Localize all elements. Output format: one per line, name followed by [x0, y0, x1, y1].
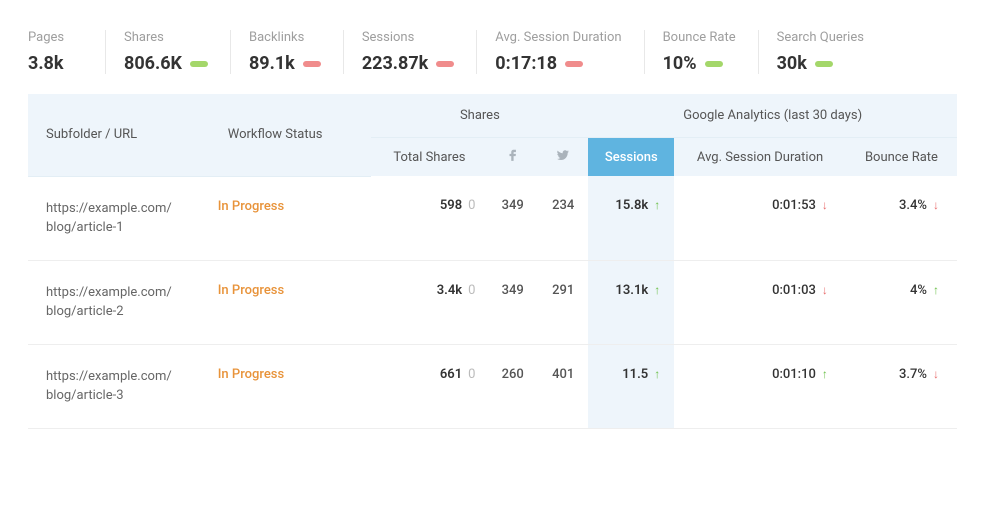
col-group-shares: Shares	[371, 94, 588, 138]
stat-value: 30k	[777, 53, 807, 74]
col-group-google-analytics: Google Analytics (last 30 days)	[588, 94, 957, 138]
col-header-facebook[interactable]	[487, 138, 537, 177]
stat-label: Sessions	[362, 30, 454, 45]
bounce-cell: 4%↑	[846, 260, 957, 344]
stat-shares: Shares 806.6K	[124, 30, 231, 74]
table-row[interactable]: https://example.com/blog/article-3In Pro…	[28, 344, 957, 428]
arrow-down-icon: ↓	[933, 367, 939, 381]
trend-pill-icon	[303, 61, 321, 67]
arrow-up-icon: ↑	[654, 367, 660, 381]
facebook-shares-cell: 349	[487, 176, 537, 260]
duration-cell: 0:01:53↓	[674, 176, 846, 260]
delta-value: 0	[468, 283, 475, 298]
delta-value: 0	[468, 367, 475, 382]
stat-label: Avg. Session Duration	[495, 30, 621, 45]
url-line: blog/article-3	[46, 388, 124, 403]
total-shares-cell: 6610	[371, 344, 487, 428]
stat-label: Shares	[124, 30, 208, 45]
arrow-up-icon: ↑	[654, 198, 660, 212]
sessions-cell: 15.8k↑	[588, 176, 674, 260]
duration-cell: 0:01:03↓	[674, 260, 846, 344]
arrow-down-icon: ↓	[822, 198, 828, 212]
arrow-up-icon: ↑	[822, 367, 828, 381]
url-table-container: Subfolder / URL Workflow Status Shares G…	[0, 94, 985, 429]
arrow-up-icon: ↑	[654, 283, 660, 297]
stat-value: 3.8k	[28, 53, 64, 74]
url-line: blog/article-2	[46, 304, 124, 319]
arrow-down-icon: ↓	[933, 198, 939, 212]
table-row[interactable]: https://example.com/blog/article-2In Pro…	[28, 260, 957, 344]
url-analytics-table: Subfolder / URL Workflow Status Shares G…	[28, 94, 957, 429]
stat-pages: Pages 3.8k	[28, 30, 106, 74]
stat-value: 89.1k	[249, 53, 295, 74]
url-line: https://example.com/	[46, 369, 172, 384]
trend-pill-icon	[815, 61, 833, 67]
url-cell[interactable]: https://example.com/blog/article-1	[28, 176, 210, 260]
url-line: https://example.com/	[46, 285, 172, 300]
stats-bar: Pages 3.8k Shares 806.6K Backlinks 89.1k…	[0, 0, 985, 94]
stat-value: 223.87k	[362, 53, 428, 74]
arrow-up-icon: ↑	[933, 283, 939, 297]
col-header-sessions[interactable]: Sessions	[588, 138, 674, 177]
stat-search-queries: Search Queries 30k	[777, 30, 886, 74]
table-row[interactable]: https://example.com/blog/article-1In Pro…	[28, 176, 957, 260]
url-cell[interactable]: https://example.com/blog/article-3	[28, 344, 210, 428]
trend-pill-icon	[436, 61, 454, 67]
url-cell[interactable]: https://example.com/blog/article-2	[28, 260, 210, 344]
facebook-icon	[506, 148, 520, 162]
trend-pill-icon	[565, 61, 583, 67]
url-line: https://example.com/	[46, 201, 172, 216]
twitter-shares-cell: 401	[538, 344, 588, 428]
workflow-status[interactable]: In Progress	[210, 176, 372, 260]
stat-avg-session-duration: Avg. Session Duration 0:17:18	[495, 30, 644, 74]
arrow-down-icon: ↓	[822, 283, 828, 297]
stat-bounce-rate: Bounce Rate 10%	[663, 30, 759, 74]
col-header-workflow[interactable]: Workflow Status	[210, 94, 372, 176]
twitter-shares-cell: 234	[538, 176, 588, 260]
facebook-shares-cell: 260	[487, 344, 537, 428]
stat-value: 806.6K	[124, 53, 182, 74]
total-shares-cell: 5980	[371, 176, 487, 260]
col-header-bounce[interactable]: Bounce Rate	[846, 138, 957, 177]
twitter-icon	[556, 148, 570, 162]
col-header-duration[interactable]: Avg. Session Duration	[674, 138, 846, 177]
col-header-twitter[interactable]	[538, 138, 588, 177]
duration-cell: 0:01:10↑	[674, 344, 846, 428]
trend-pill-icon	[190, 61, 208, 67]
url-line: blog/article-1	[46, 220, 124, 235]
workflow-status[interactable]: In Progress	[210, 344, 372, 428]
stat-backlinks: Backlinks 89.1k	[249, 30, 344, 74]
stat-label: Bounce Rate	[663, 30, 736, 45]
stat-label: Backlinks	[249, 30, 321, 45]
bounce-cell: 3.7%↓	[846, 344, 957, 428]
stat-value: 10%	[663, 53, 697, 74]
col-header-subfolder[interactable]: Subfolder / URL	[28, 94, 210, 176]
col-header-total-shares[interactable]: Total Shares	[371, 138, 487, 177]
stat-label: Pages	[28, 30, 83, 45]
stat-value: 0:17:18	[495, 53, 557, 74]
total-shares-cell: 3.4k0	[371, 260, 487, 344]
stat-label: Search Queries	[777, 30, 864, 45]
stat-sessions: Sessions 223.87k	[362, 30, 477, 74]
twitter-shares-cell: 291	[538, 260, 588, 344]
trend-pill-icon	[705, 61, 723, 67]
sessions-cell: 11.5↑	[588, 344, 674, 428]
workflow-status[interactable]: In Progress	[210, 260, 372, 344]
facebook-shares-cell: 349	[487, 260, 537, 344]
bounce-cell: 3.4%↓	[846, 176, 957, 260]
delta-value: 0	[468, 198, 475, 213]
sessions-cell: 13.1k↑	[588, 260, 674, 344]
